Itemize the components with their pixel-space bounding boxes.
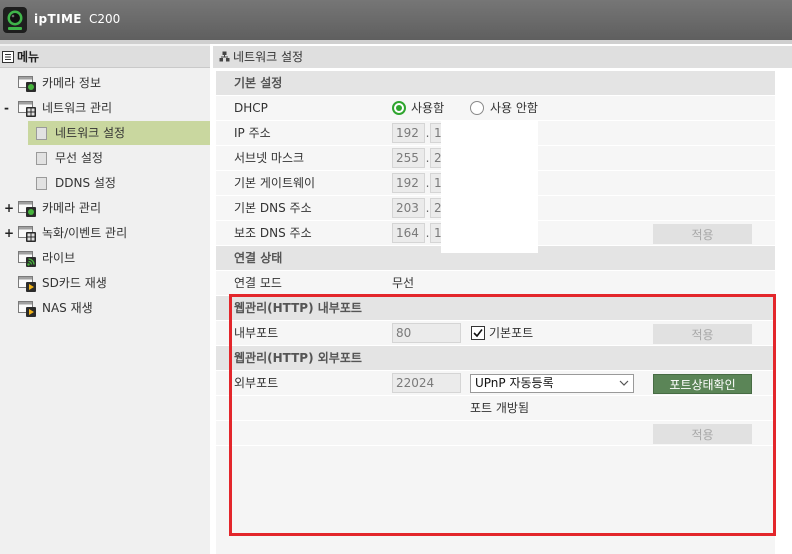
network-settings-icon [219,51,230,62]
page-title-bar: 네트워크 설정 [213,46,792,68]
sidebar-item-label: 무선 설정 [55,151,103,165]
row-connection-mode: 연결 모드 무선 [216,271,775,296]
section-heading: 웹관리(HTTP) 외부포트 [234,351,362,365]
port-status-text: 포트 개방됨 [470,401,530,415]
network-manage-icon [18,101,36,117]
sidebar-item-label: 녹화/이벤트 관리 [42,226,128,240]
camera-manage-icon [18,201,36,217]
page-icon [36,127,47,140]
checkmark-icon [473,329,483,338]
section-http-internal-port: 웹관리(HTTP) 내부포트 [216,296,775,321]
row-external-port: 외부포트 UPnP 자동등록 포트상태확인 [216,371,775,396]
live-icon [18,251,36,267]
internal-port-input[interactable] [392,323,461,343]
sidebar-item-camera-info[interactable]: 카메라 정보 [0,71,210,96]
sidebar-title-label: 메뉴 [17,50,40,64]
menu-list-icon [2,51,14,63]
sidebar-item-camera-manage[interactable]: + 카메라 관리 [0,196,210,221]
internal-port-apply-button[interactable]: 적용 [653,324,752,344]
dhcp-on-radio[interactable] [392,101,406,115]
connection-mode-value: 무선 [392,276,415,290]
sidebar-item-label: NAS 재생 [42,301,93,315]
expand-toggle[interactable]: + [4,196,14,220]
sidebar-item-ddns-settings[interactable]: DDNS 설정 [0,171,210,196]
chevron-down-icon [619,380,629,386]
sd-playback-icon [18,276,36,292]
expand-toggle[interactable]: + [4,221,14,245]
section-heading: 웹관리(HTTP) 내부포트 [234,301,362,315]
dhcp-off-label[interactable]: 사용 안함 [490,96,538,120]
upnp-mode-selected-value: UPnP 자동등록 [475,376,554,390]
section-heading: 기본 설정 [234,76,283,90]
primary-dns-label: 기본 DNS 주소 [234,201,312,215]
sidebar-item-wireless-settings[interactable]: 무선 설정 [0,146,210,171]
basic-apply-button[interactable]: 적용 [653,224,752,244]
subnet-mask-label: 서브넷 마스크 [234,151,305,165]
section-basic-settings: 기본 설정 [216,71,775,96]
sidebar-item-network-settings[interactable]: 네트워크 설정 [0,121,210,146]
row-dhcp: DHCP 사용함 사용 안함 [216,96,775,121]
sidebar-item-network-manage[interactable]: - 네트워크 관리 [0,96,210,121]
brand-name: ipTIME [34,12,82,26]
sidebar-item-record-event[interactable]: + 녹화/이벤트 관리 [0,221,210,246]
record-event-icon [18,226,36,242]
dhcp-on-label[interactable]: 사용함 [411,96,444,120]
camera-info-icon [18,76,36,92]
collapse-toggle[interactable]: - [4,96,12,120]
internal-port-label: 내부포트 [234,326,279,340]
iptime-logo-icon [3,7,27,33]
secondary-dns-label: 보조 DNS 주소 [234,226,312,240]
external-port-label: 외부포트 [234,376,279,390]
dhcp-label: DHCP [234,101,268,115]
page-icon [36,152,47,165]
page-icon [36,177,47,190]
nas-playback-icon [18,301,36,317]
ip-octet-1-input[interactable] [392,123,425,143]
default-port-label[interactable]: 기본포트 [489,321,533,345]
sidebar-item-label: 네트워크 설정 [55,126,126,140]
row-internal-port: 내부포트 기본포트 적용 [216,321,775,346]
connection-mode-label: 연결 모드 [234,276,282,290]
sidebar-title: 메뉴 [0,46,210,68]
gateway-label: 기본 게이트웨이 [234,176,316,190]
sidebar-item-label: 카메라 정보 [42,76,102,90]
row-external-apply: 적용 [216,421,775,446]
external-port-apply-button[interactable]: 적용 [653,424,752,444]
sidebar-item-nas-playback[interactable]: NAS 재생 [0,296,210,321]
sidebar-menu: 메뉴 카메라 정보 - 네트워크 관리 네트워크 설정 무선 설정 DDNS 설… [0,44,210,554]
model-name: C200 [89,12,121,26]
dns2-octet-1-input[interactable] [392,223,425,243]
sidebar-item-label: SD카드 재생 [42,276,107,290]
upnp-mode-select[interactable]: UPnP 자동등록 [470,374,634,393]
sidebar-item-sd-playback[interactable]: SD카드 재생 [0,271,210,296]
sidebar-item-label: 라이브 [42,251,76,265]
row-port-status: 포트 개방됨 [216,396,775,421]
sidebar-item-live[interactable]: 라이브 [0,246,210,271]
section-http-external-port: 웹관리(HTTP) 외부포트 [216,346,775,371]
sidebar-item-label: DDNS 설정 [55,176,116,190]
external-port-input[interactable] [392,373,461,393]
subnet-octet-1-input[interactable] [392,148,425,168]
page-title: 네트워크 설정 [233,50,304,64]
redaction-overlay [441,121,538,253]
sidebar-item-label: 네트워크 관리 [42,101,113,115]
sidebar-item-label: 카메라 관리 [42,201,102,215]
dhcp-off-radio[interactable] [470,101,484,115]
gateway-octet-1-input[interactable] [392,173,425,193]
ip-address-label: IP 주소 [234,126,271,140]
dns1-octet-1-input[interactable] [392,198,425,218]
default-port-checkbox[interactable] [471,326,485,340]
port-status-check-button[interactable]: 포트상태확인 [653,374,752,394]
top-header-bar: ipTIME C200 [0,0,792,40]
section-heading: 연결 상태 [234,251,283,265]
